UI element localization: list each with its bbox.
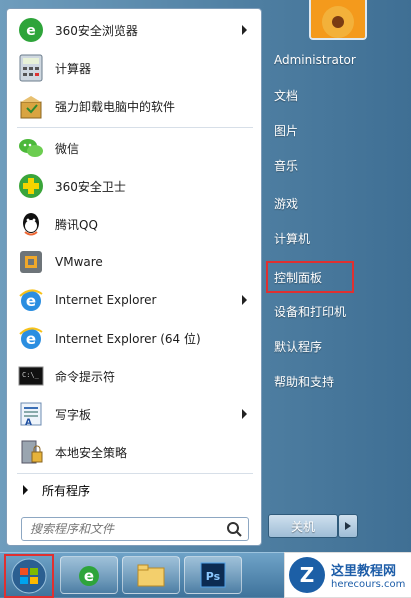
help-support-link[interactable]: 帮助和支持 (268, 367, 410, 395)
program-item-360-safe[interactable]: 360安全卫士 (11, 169, 257, 203)
taskbar-explorer-button[interactable] (122, 556, 180, 594)
360-safe-icon (15, 170, 47, 202)
svg-text:e: e (26, 23, 36, 39)
vmware-icon (15, 246, 47, 278)
svg-text:C:\_: C:\_ (22, 371, 40, 379)
program-item-vmware[interactable]: VMware (11, 245, 257, 279)
start-button[interactable] (4, 554, 54, 598)
calculator-icon (15, 52, 47, 84)
watermark-logo: Z (289, 557, 325, 593)
security-policy-icon (15, 436, 47, 468)
uninstall-icon (15, 90, 47, 122)
program-label: 腾讯QQ (55, 217, 98, 232)
svg-text:e: e (26, 330, 36, 348)
site-watermark: Z 这里教程网 herecours.com (284, 552, 411, 598)
menu-divider (17, 127, 253, 128)
taskbar-ie-button[interactable]: e (60, 556, 118, 594)
program-label: 写字板 (55, 407, 92, 422)
chevron-right-icon (345, 522, 351, 530)
pictures-link[interactable]: 图片 (268, 116, 410, 144)
program-item-qq[interactable]: 腾讯QQ (11, 207, 257, 241)
windows-logo-icon (11, 558, 47, 594)
search-box[interactable] (21, 517, 249, 541)
shutdown-options-button[interactable] (338, 514, 358, 538)
documents-link[interactable]: 文档 (268, 81, 410, 109)
program-label: Internet Explorer (64 位) (55, 331, 201, 346)
program-label: 360安全卫士 (55, 179, 126, 194)
program-label: VMware (55, 255, 103, 269)
start-menu: e 360安全浏览器 计算器 强力卸载电脑中的软件 微信 360安全卫士 腾讯Q… (0, 0, 411, 552)
menu-divider (17, 473, 253, 474)
program-label: 本地安全策略 (55, 445, 128, 460)
cmd-icon: C:\_ (15, 360, 47, 392)
qq-icon (15, 208, 47, 240)
ie-icon: e (79, 566, 99, 586)
shutdown-button[interactable]: 关机 (268, 514, 338, 538)
svg-text:Ps: Ps (206, 570, 221, 583)
program-item-360-browser[interactable]: e 360安全浏览器 (11, 13, 257, 47)
ie-icon: e (15, 284, 47, 316)
program-item-cmd[interactable]: C:\_ 命令提示符 (11, 359, 257, 393)
program-label: 计算器 (55, 61, 92, 76)
wechat-icon (15, 132, 47, 164)
ie-icon: e (15, 322, 47, 354)
program-label: 微信 (55, 141, 80, 156)
search-input[interactable] (28, 518, 222, 540)
program-item-uninstall[interactable]: 强力卸载电脑中的软件 (11, 89, 257, 123)
watermark-title: 这里教程网 (331, 564, 397, 579)
all-programs-label: 所有程序 (42, 483, 91, 498)
submenu-arrow-icon[interactable] (242, 295, 247, 305)
control-panel-link[interactable]: 控制面板 (266, 261, 354, 293)
user-name-link[interactable]: Administrator (268, 46, 410, 74)
games-link[interactable]: 游戏 (268, 189, 410, 217)
photoshop-icon: Ps (200, 562, 226, 588)
search-icon[interactable] (226, 521, 242, 537)
computer-link[interactable]: 计算机 (268, 224, 410, 252)
program-item-wechat[interactable]: 微信 (11, 131, 257, 165)
program-label: 命令提示符 (55, 369, 116, 384)
svg-text:e: e (26, 292, 36, 310)
svg-text:e: e (84, 567, 94, 585)
default-programs-link[interactable]: 默认程序 (268, 332, 410, 360)
triangle-right-icon (23, 485, 28, 495)
360-browser-icon: e (15, 14, 47, 46)
programs-pane: e 360安全浏览器 计算器 强力卸载电脑中的软件 微信 360安全卫士 腾讯Q… (6, 8, 262, 546)
program-label: 强力卸载电脑中的软件 (55, 99, 176, 114)
folder-icon (137, 564, 165, 587)
program-item-security-policy[interactable]: 本地安全策略 (11, 435, 257, 469)
svg-text:A: A (25, 418, 32, 428)
program-item-calculator[interactable]: 计算器 (11, 51, 257, 85)
user-avatar[interactable] (309, 0, 367, 40)
program-label: Internet Explorer (55, 293, 157, 307)
program-item-ie[interactable]: e Internet Explorer (11, 283, 257, 317)
submenu-arrow-icon[interactable] (242, 409, 247, 419)
program-item-wordpad[interactable]: A 写字板 (11, 397, 257, 431)
music-link[interactable]: 音乐 (268, 151, 410, 179)
taskbar-photoshop-button[interactable]: Ps (184, 556, 242, 594)
program-item-ie-64[interactable]: e Internet Explorer (64 位) (11, 321, 257, 355)
devices-printers-link[interactable]: 设备和打印机 (268, 297, 410, 325)
submenu-arrow-icon[interactable] (242, 25, 247, 35)
wordpad-icon: A (15, 398, 47, 430)
watermark-url: herecours.com (331, 579, 406, 590)
program-label: 360安全浏览器 (55, 23, 138, 38)
all-programs-button[interactable]: 所有程序 (17, 478, 255, 502)
